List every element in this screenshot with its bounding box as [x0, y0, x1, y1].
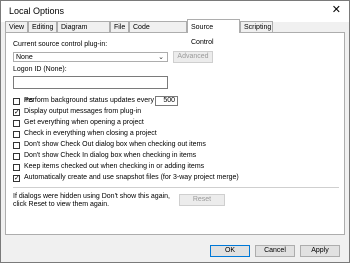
checkbox[interactable] — [13, 120, 20, 127]
chevron-down-icon: ⌄ — [158, 54, 164, 61]
dialog-title: Local Options — [9, 6, 65, 16]
checkbox[interactable] — [13, 153, 20, 160]
option-label: Don't show Check Out dialog box when che… — [24, 141, 206, 148]
apply-button[interactable]: Apply — [300, 245, 340, 257]
option-label: Check in everything when closing a proje… — [24, 130, 157, 137]
option-label: Perform background status updates every — [24, 97, 154, 104]
option-label: Keep items checked out when checking in … — [24, 163, 205, 170]
logon-id-input[interactable] — [13, 76, 168, 89]
option-label: Don't show Check In dialog box when chec… — [24, 152, 197, 159]
title-bar: Local Options ✕ — [1, 1, 349, 22]
logon-label: Logon ID (None): — [13, 66, 67, 73]
option-label: Get everything when opening a project — [24, 119, 144, 126]
tab-editing[interactable]: Editing — [28, 21, 57, 32]
tab-code-engineering[interactable]: Code Engineering — [129, 21, 187, 42]
ok-button[interactable]: OK — [210, 245, 250, 257]
source-control-panel: Current source control plug-in: None ⌄ A… — [5, 32, 345, 235]
checkbox[interactable] — [13, 164, 20, 171]
update-interval-input[interactable]: 500 — [155, 96, 178, 106]
checkmark-icon[interactable]: ✓ — [13, 109, 20, 116]
checkbox[interactable] — [13, 142, 20, 149]
advanced-button[interactable]: Advanced — [173, 51, 213, 63]
plugin-select[interactable]: None ⌄ — [13, 52, 168, 62]
checkbox[interactable] — [13, 98, 20, 105]
update-unit-label: ms — [24, 97, 34, 104]
option-label: Display output messages from plug-in — [24, 108, 142, 115]
reset-button[interactable]: Reset — [179, 194, 225, 206]
local-options-dialog: Local Options ✕ View Editing Diagram Edi… — [0, 0, 350, 263]
plugin-select-value: None — [16, 54, 33, 61]
dialog-footer: OK Cancel Apply — [1, 235, 349, 262]
divider — [13, 187, 339, 188]
checkmark-icon[interactable]: ✓ — [13, 175, 20, 182]
reset-text-line2: click Reset to view them again. — [13, 201, 110, 208]
tab-view[interactable]: View — [5, 21, 28, 32]
cancel-button[interactable]: Cancel — [255, 245, 295, 257]
reset-text-line1: If dialogs were hidden using Don't show … — [13, 193, 170, 200]
option-label: Automatically create and use snapshot fi… — [24, 174, 239, 181]
plugin-label: Current source control plug-in: — [13, 41, 108, 48]
close-icon[interactable]: ✕ — [332, 4, 341, 17]
checkbox[interactable] — [13, 131, 20, 138]
tab-diagram-editing[interactable]: Diagram Editing — [57, 21, 110, 42]
tab-file[interactable]: File — [110, 21, 129, 32]
tab-source-control[interactable]: Source Control — [187, 19, 240, 46]
tab-scripting[interactable]: Scripting — [240, 21, 273, 32]
